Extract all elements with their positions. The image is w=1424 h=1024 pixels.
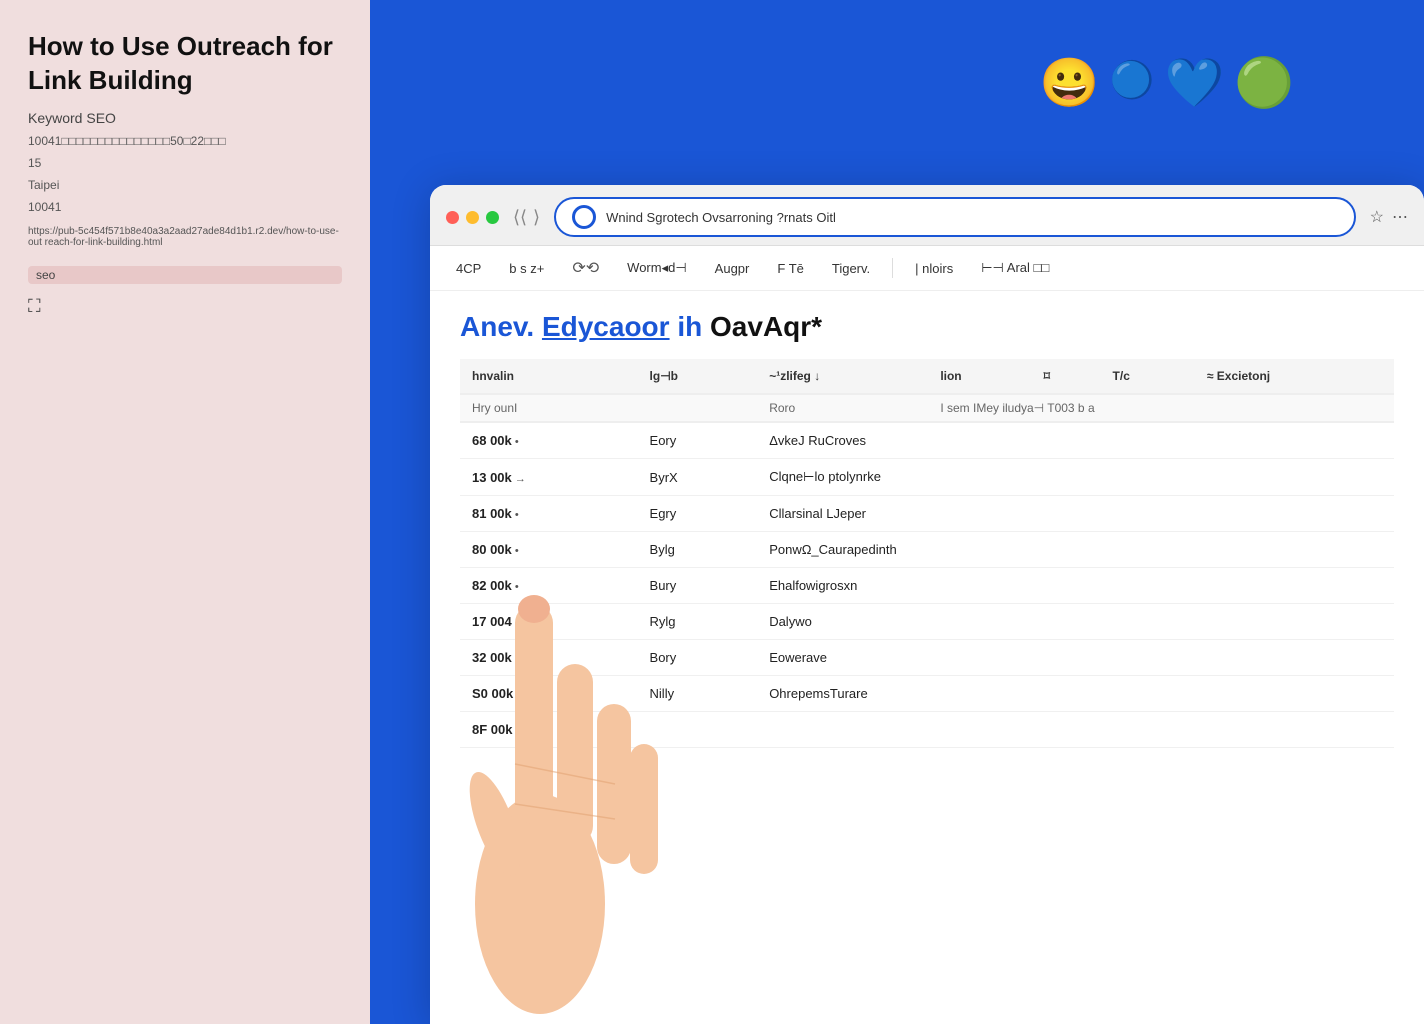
- table-row: 17 004 • Rylg Dalywo: [460, 604, 1394, 640]
- traffic-light-green[interactable]: [486, 211, 499, 224]
- toolbar-tigerv[interactable]: Tigerv.: [826, 257, 876, 280]
- toolbar-item-3[interactable]: ⟳⟲: [566, 254, 605, 282]
- cell-vol-7: S0 00k •: [460, 676, 638, 712]
- subheader-2: Roro: [757, 394, 928, 422]
- browser-actions: ☆ ⋯: [1370, 207, 1408, 227]
- table-row: 8F 00k •: [460, 712, 1394, 748]
- page-heading-blue: Anev. Edycaoor ih: [460, 311, 702, 342]
- article-tag: seo: [28, 266, 342, 284]
- col-header-3[interactable]: ~¹zlifeg ↓: [757, 359, 928, 394]
- address-bar-text: Wnind Sgrotech Ovsarroning ?rnats Oitl: [606, 210, 836, 225]
- toolbar-item-1[interactable]: 4CP: [450, 257, 487, 280]
- cell-col3-4: Ehalfowigrosxn: [757, 568, 1394, 604]
- browser-content[interactable]: Anev. Edycaoor ih OavAqr* hnvalin lg⊣b ~…: [430, 291, 1424, 1024]
- subheader-3: I sem IMey iludya⊣ T003 b a: [928, 394, 1394, 422]
- col-header-1[interactable]: hnvalin: [460, 359, 638, 394]
- toolbar-nloirs[interactable]: | nloirs: [909, 257, 959, 280]
- cell-vol-3: 80 00k •: [460, 532, 638, 568]
- keyword-label: Keyword SEO: [28, 110, 342, 126]
- browser-chrome: ⟨⟨ ⟩ Wnind Sgrotech Ovsarroning ?rnats O…: [430, 185, 1424, 246]
- tag-icon: ⛶: [28, 296, 342, 317]
- table-row: 80 00k • Bylg PonwΩ_Caurapedinth: [460, 532, 1394, 568]
- traffic-lights: [446, 211, 499, 224]
- cell-col2-6: Bory: [638, 640, 758, 676]
- blue-top-bar: 😀 🔵 💙 🟢: [370, 0, 1424, 185]
- table-row: 82 00k • Bury Ehalfowigrosxn: [460, 568, 1394, 604]
- cell-vol-2: 81 00k •: [460, 496, 638, 532]
- toolbar-augpr[interactable]: Augpr: [709, 257, 756, 280]
- emoji-icon-4: 🟢: [1234, 60, 1294, 108]
- col-header-7[interactable]: ≈ Excietonj: [1195, 359, 1394, 394]
- data-table: hnvalin lg⊣b ~¹zlifeg ↓ lion ⌑ T/c ≈ Exc…: [460, 359, 1394, 748]
- toolbar-aral[interactable]: ⊢⊣ Aral □□: [975, 256, 1055, 280]
- cell-col2-2: Egry: [638, 496, 758, 532]
- meta-line-1: 10041□□□□□□□□□□□□□□□50□22□□□: [28, 134, 342, 148]
- browser-circle-icon: [572, 205, 596, 229]
- table-row: S0 00k • Nilly OhrepemsTurare: [460, 676, 1394, 712]
- cell-col2-4: Bury: [638, 568, 758, 604]
- top-icons-row: 😀 🔵 💙 🟢: [1040, 60, 1294, 108]
- toolbar-to[interactable]: F Tē: [771, 257, 810, 280]
- address-bar[interactable]: Wnind Sgrotech Ovsarroning ?rnats Oitl: [554, 197, 1356, 237]
- page-heading-rest: OavAqr*: [710, 311, 822, 342]
- cell-vol-6: 32 00k •: [460, 640, 638, 676]
- toolbar-sep-1: [892, 258, 893, 278]
- cell-col2-8: [638, 712, 758, 748]
- cell-col3-7: OhrepemsTurare: [757, 676, 1394, 712]
- emoji-icon-1: 😀: [1040, 60, 1100, 108]
- table-row: 13 00k → ByrX Clqne⊢lo ptolynrke: [460, 459, 1394, 496]
- cell-col3-0: ΔvkeJ RuCroves: [757, 422, 1394, 459]
- table-row: 68 00k • Eory ΔvkeJ RuCroves: [460, 422, 1394, 459]
- cell-col2-7: Nilly: [638, 676, 758, 712]
- meta-line-2: 15: [28, 156, 342, 170]
- cell-col2-5: Rylg: [638, 604, 758, 640]
- table-row: 32 00k • Bory Eowerave: [460, 640, 1394, 676]
- traffic-light-yellow[interactable]: [466, 211, 479, 224]
- article-url: https://pub-5c454f571b8e40a3a2aad27ade84…: [28, 226, 342, 248]
- cell-col3-5: Dalywo: [757, 604, 1394, 640]
- cell-col2-0: Eory: [638, 422, 758, 459]
- browser-toolbar: 4CP b s z+ ⟳⟲ Worm◂d⊣ Augpr F Tē Tigerv.…: [430, 246, 1424, 291]
- cell-vol-0: 68 00k •: [460, 422, 638, 459]
- more-icon[interactable]: ⋯: [1392, 207, 1408, 227]
- table-row: 81 00k • Egry Cllarsinal LJeper: [460, 496, 1394, 532]
- left-panel: How to Use Outreach for Link Building Ke…: [0, 0, 370, 1024]
- article-title: How to Use Outreach for Link Building: [28, 30, 342, 98]
- cell-vol-4: 82 00k •: [460, 568, 638, 604]
- toolbar-worn-ji[interactable]: Worm◂d⊣: [621, 256, 693, 280]
- col-header-5[interactable]: ⌑: [1032, 359, 1101, 394]
- cell-col3-6: Eowerave: [757, 640, 1394, 676]
- col-header-6[interactable]: T/c: [1101, 359, 1195, 394]
- meta-line-3: Taipei: [28, 178, 342, 192]
- toolbar-item-2[interactable]: b s z+: [503, 257, 550, 280]
- cell-col3-3: PonwΩ_Caurapedinth: [757, 532, 1394, 568]
- subheader-1: Hry ounI: [460, 394, 757, 422]
- cell-vol-5: 17 004 •: [460, 604, 638, 640]
- back-arrow-icon[interactable]: ⟨⟨: [513, 207, 527, 228]
- cell-vol-8: 8F 00k •: [460, 712, 638, 748]
- col-header-2[interactable]: lg⊣b: [638, 359, 758, 394]
- cell-vol-1: 13 00k →: [460, 459, 638, 496]
- bookmark-icon[interactable]: ☆: [1370, 207, 1384, 227]
- cell-col3-1: Clqne⊢lo ptolynrke: [757, 459, 1394, 496]
- emoji-icon-2: 🔵: [1110, 62, 1155, 98]
- col-header-4[interactable]: lion: [928, 359, 1031, 394]
- cell-col3-8: [757, 712, 1394, 748]
- right-area: 😀 🔵 💙 🟢 ⟨⟨ ⟩ Wnind Sgrotech Ovsarroning …: [370, 0, 1424, 1024]
- nav-arrows: ⟨⟨ ⟩: [513, 207, 540, 228]
- page-heading: Anev. Edycaoor ih OavAqr*: [460, 311, 1394, 343]
- forward-arrow-icon[interactable]: ⟩: [533, 207, 540, 228]
- browser-window: ⟨⟨ ⟩ Wnind Sgrotech Ovsarroning ?rnats O…: [430, 185, 1424, 1024]
- table-header: hnvalin lg⊣b ~¹zlifeg ↓ lion ⌑ T/c ≈ Exc…: [460, 359, 1394, 422]
- cell-col3-2: Cllarsinal LJeper: [757, 496, 1394, 532]
- traffic-light-red[interactable]: [446, 211, 459, 224]
- emoji-icon-3: 💙: [1164, 60, 1224, 108]
- cell-col2-1: ByrX: [638, 459, 758, 496]
- table-body: 68 00k • Eory ΔvkeJ RuCroves 13 00k → By…: [460, 422, 1394, 748]
- cell-col2-3: Bylg: [638, 532, 758, 568]
- meta-line-4: 10041: [28, 200, 342, 214]
